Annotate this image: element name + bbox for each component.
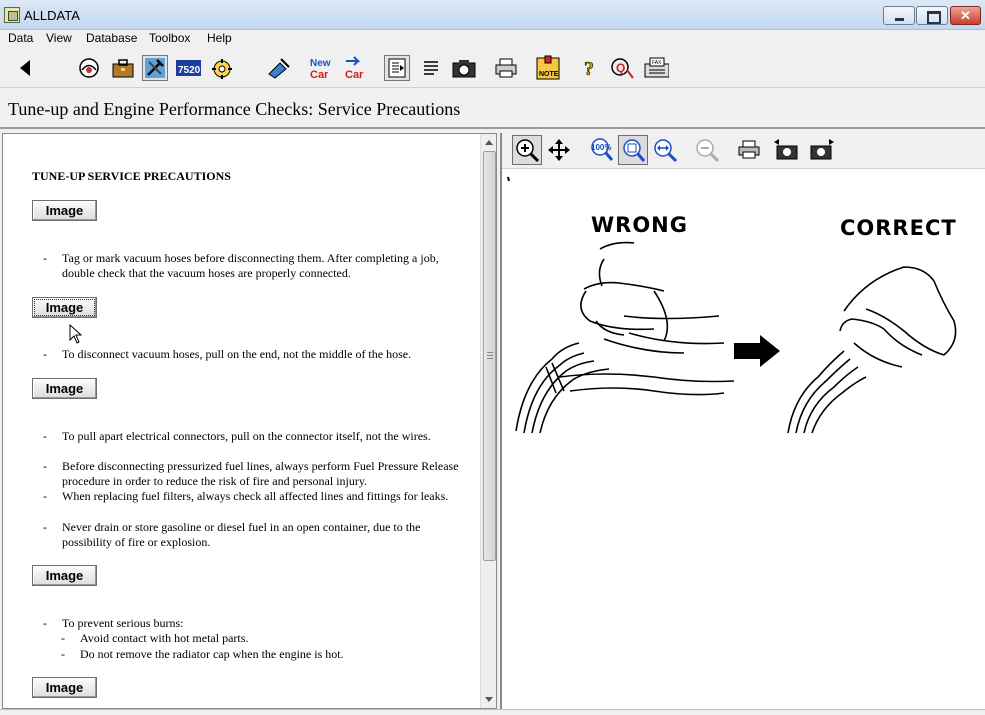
list-item: - Before disconnecting pressurized fuel …	[43, 459, 459, 488]
repair-tools-icon[interactable]	[142, 55, 168, 81]
list-item: - To prevent serious burns:	[43, 616, 184, 630]
print-icon[interactable]	[493, 55, 519, 81]
page-header: Tune-up and Engine Performance Checks: S…	[0, 89, 985, 129]
vehicle-select-icon[interactable]	[76, 55, 102, 81]
parts-icon[interactable]	[266, 55, 292, 81]
app-icon	[4, 7, 20, 23]
arrow-icon	[734, 335, 780, 367]
document-content: TUNE-UP SERVICE PRECAUTIONS Image - Tag …	[3, 134, 479, 708]
svg-text:?: ?	[584, 58, 594, 80]
note-icon[interactable]: NOTE	[535, 55, 561, 81]
scroll-up-icon[interactable]	[485, 140, 493, 145]
prev-image-icon[interactable]	[772, 135, 802, 165]
illustration: WRONG CORRECT	[504, 171, 985, 701]
svg-text:New: New	[310, 58, 331, 69]
page-title: Tune-up and Engine Performance Checks: S…	[8, 99, 461, 119]
hose-diagram	[507, 176, 957, 434]
wrong-hand-drawing	[580, 241, 725, 354]
section-heading: TUNE-UP SERVICE PRECAUTIONS	[32, 169, 231, 183]
svg-text:100%: 100%	[591, 143, 611, 152]
image-button[interactable]: Image	[32, 378, 97, 399]
list-item: - To disconnect vacuum hoses, pull on th…	[43, 347, 412, 361]
image-pane: 100% WRONG CORRECT	[500, 133, 985, 709]
document-pane: TUNE-UP SERVICE PRECAUTIONS Image - Tag …	[2, 133, 497, 709]
list-item: - Never drain or store gasoline or diese…	[43, 520, 421, 549]
zoom-100-icon[interactable]: 100%	[586, 135, 616, 165]
list-item: - When replacing fuel filters, always ch…	[43, 489, 449, 503]
zoom-out-icon[interactable]	[692, 135, 722, 165]
scroll-down-icon[interactable]	[485, 697, 493, 702]
zoom-in-icon[interactable]	[512, 135, 542, 165]
scrollbar-thumb[interactable]	[483, 151, 496, 561]
back-arrow-icon[interactable]	[12, 55, 38, 81]
menu-bar: Data View Database Toolbox Help	[0, 30, 985, 48]
new-car-icon[interactable]: New Car	[308, 55, 334, 81]
camera-icon[interactable]	[451, 55, 477, 81]
window-title: ALLDATA	[24, 8, 80, 23]
image-button[interactable]: Image	[32, 565, 97, 586]
image-button[interactable]: Image	[32, 677, 97, 698]
fit-window-icon[interactable]	[618, 135, 648, 165]
svg-text:Car: Car	[310, 69, 329, 81]
correct-hose-drawing	[787, 350, 867, 434]
status-bar	[0, 709, 985, 715]
image-button[interactable]: Image	[32, 297, 97, 318]
vertical-scrollbar[interactable]	[480, 134, 496, 708]
close-button[interactable]	[950, 6, 981, 25]
wrong-hose-drawing	[515, 342, 735, 434]
sub-list-item: - Do not remove the radiator cap when th…	[61, 647, 344, 661]
svg-text:NOTE: NOTE	[539, 71, 559, 78]
sub-list-item: - Avoid contact with hot metal parts.	[61, 631, 249, 645]
help-icon[interactable]: ?	[577, 55, 603, 81]
correct-hand-drawing	[839, 266, 957, 368]
briefcase-icon[interactable]	[110, 55, 136, 81]
menu-data[interactable]: Data	[8, 31, 33, 45]
fax-icon[interactable]: FAX	[643, 55, 669, 81]
menu-help[interactable]: Help	[207, 31, 232, 45]
image-toolbar: 100%	[502, 133, 985, 169]
document-view-icon[interactable]	[384, 55, 410, 81]
image-button[interactable]: Image	[32, 200, 97, 221]
main-toolbar: 7520 New Car Car NOTE ? Q FAX	[0, 48, 985, 88]
grip-icon	[487, 352, 493, 359]
car-icon[interactable]: Car	[342, 55, 368, 81]
next-image-icon[interactable]	[806, 135, 836, 165]
svg-text:Car: Car	[345, 69, 364, 81]
fit-width-icon[interactable]	[650, 135, 680, 165]
list-icon[interactable]	[418, 55, 444, 81]
print-icon[interactable]	[734, 135, 764, 165]
minimize-button[interactable]	[883, 6, 915, 25]
list-item: - To pull apart electrical connectors, p…	[43, 429, 431, 443]
menu-toolbox[interactable]: Toolbox	[149, 31, 190, 45]
whats-new-icon[interactable]: Q	[609, 55, 635, 81]
pan-icon[interactable]	[544, 135, 574, 165]
title-bar: ALLDATA	[0, 0, 985, 30]
menu-database[interactable]: Database	[86, 31, 137, 45]
mouse-cursor-icon	[69, 324, 83, 344]
list-item: - Tag or mark vacuum hoses before discon…	[43, 251, 439, 280]
svg-text:7520: 7520	[178, 65, 201, 76]
engine-icon[interactable]	[210, 55, 236, 81]
svg-text:Q: Q	[616, 61, 625, 75]
tsb-icon[interactable]: 7520	[175, 55, 201, 81]
menu-view[interactable]: View	[46, 31, 72, 45]
svg-text:FAX: FAX	[652, 60, 662, 66]
maximize-button[interactable]	[916, 6, 948, 25]
